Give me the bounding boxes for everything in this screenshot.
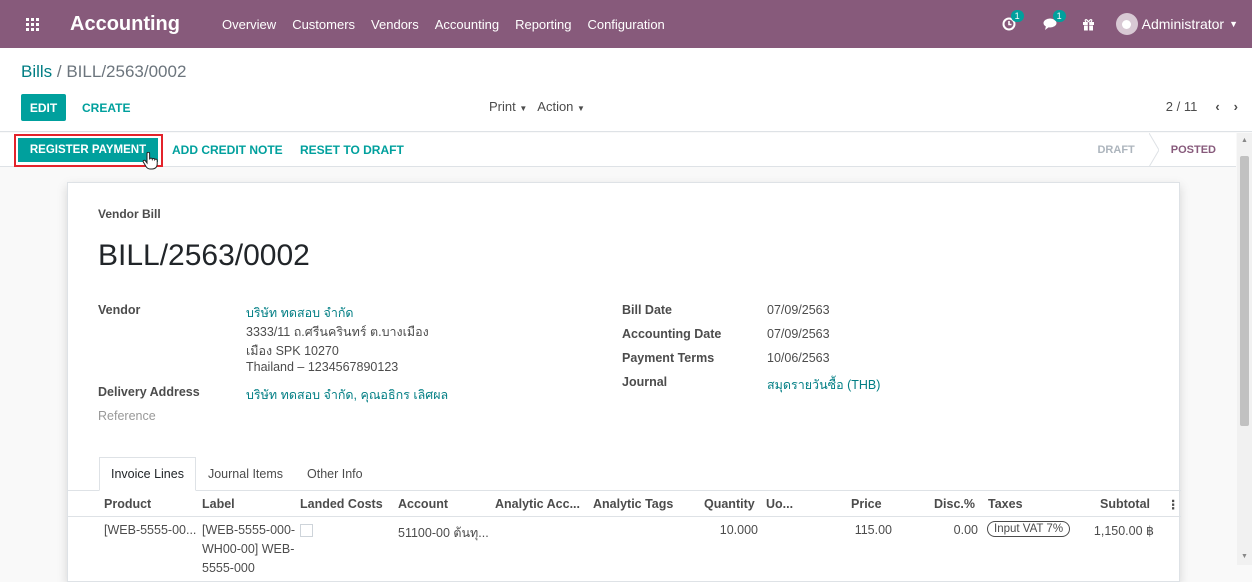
caret-down-icon: ▼ [577, 104, 585, 113]
next-record-icon[interactable]: › [1234, 99, 1238, 114]
apps-menu-icon[interactable] [0, 0, 64, 48]
payment-terms-value: 10/06/2563 [767, 351, 830, 365]
form-scrollbar[interactable]: ▲ ▼ [1237, 133, 1252, 565]
reference-field[interactable]: Reference [98, 409, 156, 423]
stage-draft[interactable]: DRAFT [1075, 133, 1148, 167]
menu-customers[interactable]: Customers [284, 17, 363, 32]
previous-record-icon[interactable]: ‹ [1215, 99, 1219, 114]
vendor-address-line3: Thailand – 1234567890123 [246, 360, 399, 374]
delivery-address-link[interactable]: บริษัท ทดสอบ จำกัด, คุณอธิกร เลิศผล [246, 385, 448, 405]
action-menus: Print ▼ Action ▼ [489, 99, 585, 114]
column-header[interactable]: Taxes [988, 497, 1023, 511]
status-stages: DRAFT POSTED [1075, 133, 1236, 167]
create-button[interactable]: CREATE [82, 101, 130, 115]
pager-value[interactable]: 2 / 11 [1166, 99, 1198, 114]
cell-product[interactable]: [WEB-5555-00... [104, 523, 196, 537]
vendor-name-link[interactable]: บริษัท ทดสอบ จำกัด [246, 303, 354, 323]
activity-badge: 1 [1010, 10, 1024, 22]
messages-chat-icon[interactable]: 1 [1034, 0, 1068, 48]
cell-subtotal: 1,150.00 ฿ [1093, 524, 1154, 538]
pager: 2 / 11 ‹ › [1166, 99, 1238, 114]
scroll-down-arrow-icon[interactable]: ▼ [1241, 553, 1248, 560]
menu-configuration[interactable]: Configuration [579, 17, 672, 32]
landed-costs-checkbox[interactable] [300, 524, 313, 537]
vendor-label: Vendor [98, 303, 141, 317]
hand-cursor-icon [142, 152, 158, 170]
column-options-icon[interactable]: ⋮ [1167, 497, 1180, 512]
column-header[interactable]: Product [104, 497, 151, 511]
edit-button[interactable]: EDIT [21, 94, 66, 121]
activity-clock-icon[interactable]: 1 [992, 0, 1026, 48]
column-header[interactable]: Analytic Acc... [495, 497, 580, 511]
cell-discount[interactable]: 0.00 [928, 523, 978, 537]
user-menu[interactable]: Administrator ▼ [1115, 13, 1238, 35]
column-header[interactable]: Uo... [766, 497, 793, 511]
systray: 1 1 Administrator ▼ [992, 0, 1252, 48]
breadcrumb-bills-link[interactable]: Bills [21, 62, 52, 81]
app-name[interactable]: Accounting [70, 13, 180, 36]
top-navbar: Accounting Overview Customers Vendors Ac… [0, 0, 1252, 48]
caret-down-icon: ▼ [519, 104, 528, 113]
breadcrumb: Bills / BILL/2563/0002 [21, 62, 186, 82]
notebook-tabs: Invoice Lines Journal Items Other Info [99, 457, 375, 491]
column-header[interactable]: Label [202, 497, 235, 511]
stage-arrow-separator [1148, 133, 1159, 167]
column-header[interactable]: Price [851, 497, 882, 511]
messages-badge: 1 [1052, 10, 1066, 22]
action-dropdown[interactable]: Action ▼ [537, 99, 585, 114]
journal-label: Journal [622, 375, 668, 389]
form-statusbar: REGISTER PAYMENT ADD CREDIT NOTE RESET T… [0, 133, 1236, 170]
column-header[interactable]: Quantity [704, 497, 755, 511]
control-panel: Bills / BILL/2563/0002 EDIT CREATE Print… [0, 48, 1252, 132]
invoice-lines-header: Product Label Landed Costs Account Analy… [68, 492, 1181, 517]
accounting-date-label: Accounting Date [622, 327, 722, 341]
delivery-address-label: Delivery Address [98, 385, 200, 399]
cell-label-line1[interactable]: [WEB-5555-000- [202, 523, 295, 537]
journal-link[interactable]: สมุดรายวันซื้อ (THB) [767, 375, 880, 395]
menu-reporting[interactable]: Reporting [507, 17, 579, 32]
print-label: Print [489, 99, 516, 114]
gift-icon[interactable] [1072, 0, 1106, 48]
cell-price[interactable]: 115.00 [832, 523, 892, 537]
reset-to-draft-button[interactable]: RESET TO DRAFT [300, 143, 404, 157]
accounting-date-value: 07/09/2563 [767, 327, 830, 341]
action-label: Action [537, 99, 574, 114]
menu-vendors[interactable]: Vendors [363, 17, 427, 32]
tax-tag[interactable]: Input VAT 7% [987, 521, 1071, 537]
add-credit-note-button[interactable]: ADD CREDIT NOTE [172, 143, 283, 157]
avatar [1115, 13, 1138, 35]
user-name: Administrator [1141, 16, 1225, 32]
vendor-address-line2: เมือง SPK 10270 [246, 344, 339, 358]
document-title: BILL/2563/0002 [98, 239, 310, 272]
scroll-up-arrow-icon[interactable]: ▲ [1241, 137, 1248, 144]
cell-label-line3: 5555-000 [202, 561, 255, 575]
bill-date-label: Bill Date [622, 303, 673, 317]
cell-quantity[interactable]: 10.000 [698, 523, 758, 537]
bill-date-value: 07/09/2563 [767, 303, 830, 317]
tab-other-info[interactable]: Other Info [295, 457, 375, 491]
breadcrumb-current: BILL/2563/0002 [66, 62, 187, 81]
form-sheet: Vendor Bill BILL/2563/0002 Vendor บริษัท… [67, 182, 1181, 582]
top-menu: Overview Customers Vendors Accounting Re… [214, 17, 673, 32]
column-header[interactable]: Account [398, 497, 448, 511]
payment-terms-label: Payment Terms [622, 351, 715, 365]
tab-journal-items[interactable]: Journal Items [195, 457, 295, 491]
column-header[interactable]: Landed Costs [300, 497, 383, 511]
chevron-down-icon: ▼ [1229, 19, 1238, 29]
document-type: Vendor Bill [98, 207, 161, 221]
column-header[interactable]: Analytic Tags [593, 497, 673, 511]
menu-accounting[interactable]: Accounting [427, 17, 507, 32]
tab-invoice-lines[interactable]: Invoice Lines [99, 457, 196, 491]
column-header[interactable]: Disc.% [934, 497, 975, 511]
stage-posted[interactable]: POSTED [1159, 133, 1236, 167]
vendor-address-line1: 3333/11 ถ.ศรีนครินทร์ ต.บางเมือง [246, 325, 429, 339]
cell-label-line2: WH00-00] WEB- [202, 542, 295, 556]
scroll-thumb[interactable] [1240, 156, 1249, 426]
cell-account[interactable]: 51100-00 ต้นทุ... [398, 523, 489, 543]
column-header[interactable]: Subtotal [1100, 497, 1150, 511]
register-payment-button[interactable]: REGISTER PAYMENT [18, 138, 158, 162]
print-dropdown[interactable]: Print ▼ [489, 99, 527, 114]
menu-overview[interactable]: Overview [214, 17, 284, 32]
breadcrumb-separator: / [52, 62, 67, 81]
